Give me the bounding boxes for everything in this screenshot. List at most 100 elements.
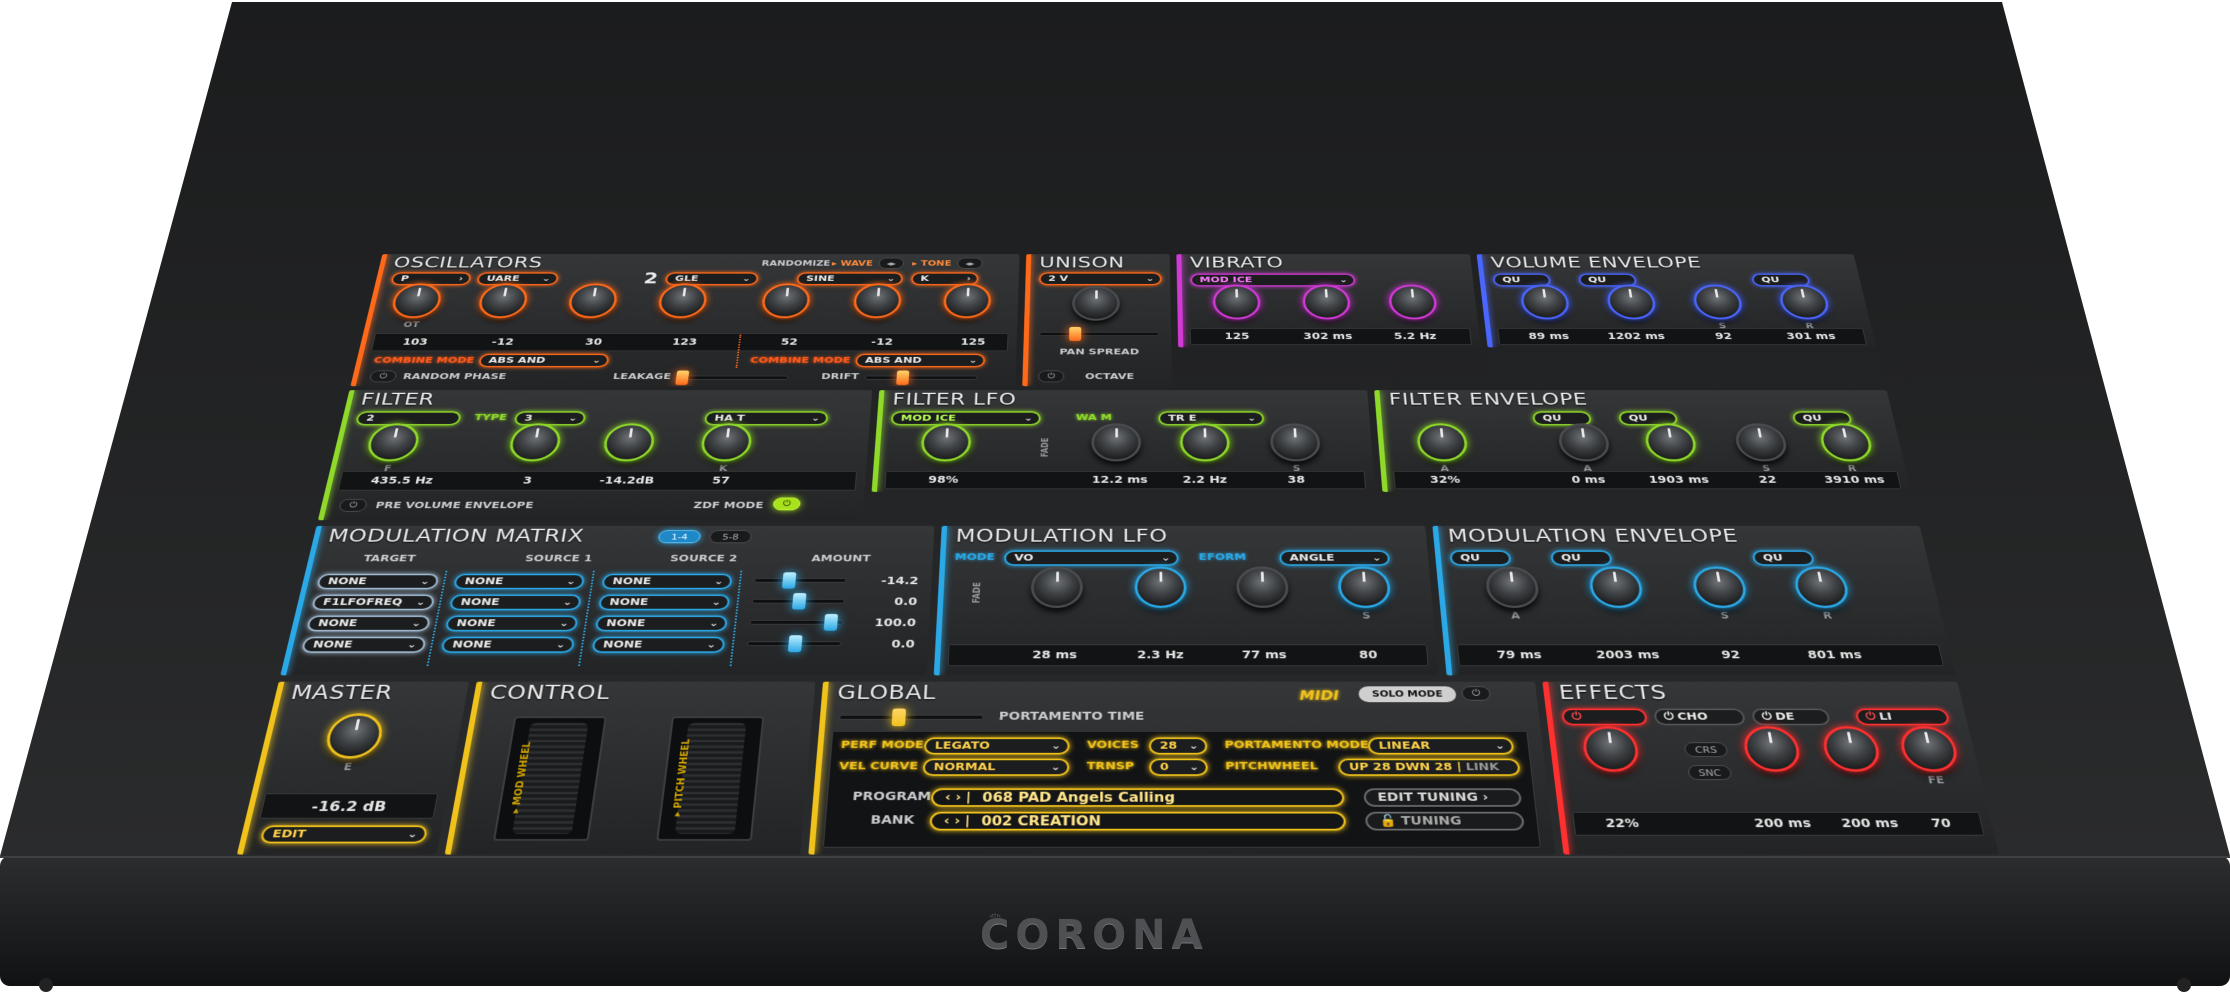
tuning-lock-button[interactable]: 🔓 TUNING bbox=[1365, 812, 1525, 831]
knob[interactable] bbox=[364, 423, 422, 461]
leakage-slider[interactable] bbox=[675, 376, 788, 380]
osc-knob-2[interactable] bbox=[476, 283, 530, 318]
knob[interactable] bbox=[1302, 285, 1352, 320]
vibrato-knob-1[interactable] bbox=[1212, 285, 1261, 320]
master-volume-knob[interactable]: E bbox=[319, 713, 386, 773]
mod-lfo-mode-select[interactable]: VO ⌄ bbox=[1004, 550, 1179, 565]
knob[interactable] bbox=[1416, 423, 1469, 461]
perf-mode-select[interactable]: LEGATO ⌄ bbox=[924, 737, 1070, 754]
knob[interactable] bbox=[1072, 286, 1120, 321]
matrix-amount-thumb[interactable] bbox=[824, 614, 838, 631]
knob[interactable] bbox=[1587, 566, 1645, 608]
effects-feedback-knob[interactable]: FE bbox=[1897, 726, 1965, 787]
mod-lfo-delay-knob[interactable] bbox=[1030, 566, 1083, 608]
knob[interactable] bbox=[1817, 423, 1875, 461]
matrix-source1-select[interactable]: NONE ⌄ bbox=[440, 637, 575, 653]
voices-select[interactable]: 28 ⌄ bbox=[1149, 737, 1207, 754]
knob-5[interactable] bbox=[760, 283, 811, 318]
effects-mix-knob[interactable] bbox=[1581, 726, 1642, 772]
knob[interactable] bbox=[1030, 566, 1083, 608]
knob[interactable] bbox=[1484, 566, 1541, 608]
filter-env-release-knob[interactable]: R bbox=[1817, 423, 1878, 473]
knob-4[interactable] bbox=[656, 283, 708, 318]
mod-env-attack-knob[interactable]: A bbox=[1484, 566, 1542, 621]
effects-time-knob-2[interactable] bbox=[1820, 726, 1884, 772]
knob[interactable] bbox=[322, 713, 386, 758]
matrix-source1-select[interactable]: NONE ⌄ bbox=[449, 595, 582, 611]
filter-env-amount-knob[interactable]: A bbox=[1416, 423, 1471, 473]
filter-env-attack-knob[interactable]: A bbox=[1556, 423, 1613, 473]
osc-knob-1[interactable]: OT bbox=[386, 283, 444, 329]
bank-selector[interactable]: ‹ › | 002 CREATION bbox=[929, 812, 1346, 831]
vol-env-decay-knob[interactable] bbox=[1605, 285, 1658, 320]
matrix-amount-thumb[interactable] bbox=[782, 572, 797, 588]
effect-tab-4[interactable]: ⏻ LI bbox=[1854, 709, 1950, 726]
effects-time-knob-1[interactable] bbox=[1741, 726, 1804, 772]
pitch-wheel[interactable]: ▸ PITCH WHEEL bbox=[656, 717, 764, 841]
knob[interactable] bbox=[1337, 566, 1392, 608]
program-selector[interactable]: ‹ › | 068 PAD Angels Calling bbox=[931, 788, 1345, 806]
matrix-amount-thumb[interactable] bbox=[792, 593, 807, 609]
filter-knob-4[interactable]: K bbox=[698, 423, 754, 473]
osc-knob-6[interactable] bbox=[852, 283, 902, 318]
knob[interactable] bbox=[1741, 726, 1804, 772]
knob[interactable] bbox=[1581, 726, 1642, 772]
filter-lfo-amount-knob[interactable] bbox=[920, 423, 972, 461]
random-phase-toggle[interactable]: ⏻ bbox=[369, 371, 398, 383]
filter-env-sustain-knob[interactable]: S bbox=[1733, 423, 1793, 473]
knob[interactable] bbox=[1777, 285, 1832, 320]
filter-lfo-rate-knob[interactable] bbox=[1180, 423, 1231, 461]
mod-matrix-page-1-button[interactable]: 1-4 bbox=[658, 530, 702, 543]
matrix-source2-select[interactable]: NONE ⌄ bbox=[595, 616, 728, 632]
vol-env-release-knob[interactable]: R bbox=[1777, 285, 1835, 331]
mod-env-sustain-knob[interactable]: S bbox=[1690, 566, 1752, 621]
pitchwheel-down-text[interactable]: DWN 28 bbox=[1395, 761, 1453, 773]
knob-2[interactable] bbox=[476, 283, 530, 318]
knob[interactable] bbox=[1135, 566, 1187, 608]
knob[interactable] bbox=[1820, 726, 1884, 772]
pitchwheel-link-text[interactable]: LINK bbox=[1465, 761, 1499, 773]
knob-3[interactable] bbox=[566, 283, 619, 318]
pre-volume-envelope-toggle[interactable]: ⏻ bbox=[338, 499, 368, 512]
randomize-tone-button[interactable]: ◂▸ bbox=[957, 258, 983, 269]
drift-thumb[interactable] bbox=[896, 371, 909, 385]
matrix-amount-slider[interactable] bbox=[754, 578, 847, 582]
knob[interactable] bbox=[1733, 423, 1790, 461]
unison-voices-select[interactable]: 2 V ⌄ bbox=[1039, 272, 1162, 285]
unison-detune-knob[interactable] bbox=[1072, 286, 1120, 321]
knob-1[interactable] bbox=[389, 283, 444, 318]
knob[interactable] bbox=[699, 423, 753, 461]
filter-cutoff-knob[interactable]: F bbox=[361, 423, 422, 473]
matrix-source1-select[interactable]: NONE ⌄ bbox=[445, 616, 579, 632]
solo-mode-toggle[interactable]: ⏻ bbox=[1461, 686, 1491, 700]
mod-lfo-knob-3[interactable] bbox=[1236, 566, 1290, 608]
knob[interactable] bbox=[920, 423, 972, 461]
matrix-amount-slider[interactable] bbox=[752, 599, 845, 603]
knob[interactable] bbox=[1519, 285, 1571, 320]
octave-toggle[interactable]: ⏻ bbox=[1038, 371, 1064, 383]
vibrato-knob-3[interactable] bbox=[1388, 285, 1439, 320]
filter-knob-3[interactable] bbox=[601, 423, 656, 461]
mod-env-decay-knob[interactable] bbox=[1587, 566, 1645, 608]
knob[interactable] bbox=[1556, 423, 1611, 461]
matrix-amount-slider[interactable] bbox=[749, 620, 843, 625]
snc-button[interactable]: SNC bbox=[1687, 765, 1732, 780]
matrix-source2-select[interactable]: NONE ⌄ bbox=[591, 637, 725, 653]
portamento-time-thumb[interactable] bbox=[892, 709, 907, 727]
drift-slider[interactable] bbox=[864, 376, 977, 380]
effect-tab-chorus[interactable]: ⏻ CHO bbox=[1653, 709, 1746, 726]
prev-next-icon[interactable]: ‹ › | bbox=[945, 790, 972, 805]
osc-knob-3[interactable] bbox=[566, 283, 619, 318]
osc-knob-7[interactable] bbox=[943, 283, 992, 318]
knob[interactable] bbox=[601, 423, 656, 461]
master-edit-select[interactable]: EDIT ⌄ bbox=[259, 825, 428, 843]
filter-knob-2[interactable] bbox=[507, 423, 563, 461]
matrix-target-select[interactable]: NONE ⌄ bbox=[316, 574, 440, 590]
knob[interactable] bbox=[1605, 285, 1658, 320]
zdf-mode-toggle[interactable]: ⏻ bbox=[773, 498, 801, 511]
mod-matrix-page-2-button[interactable]: 5-8 bbox=[709, 530, 752, 543]
matrix-amount-thumb[interactable] bbox=[788, 635, 803, 652]
mod-lfo-waveform-select[interactable]: ANGLE ⌄ bbox=[1279, 550, 1390, 565]
knob[interactable] bbox=[1388, 285, 1439, 320]
knob[interactable] bbox=[1180, 423, 1231, 461]
